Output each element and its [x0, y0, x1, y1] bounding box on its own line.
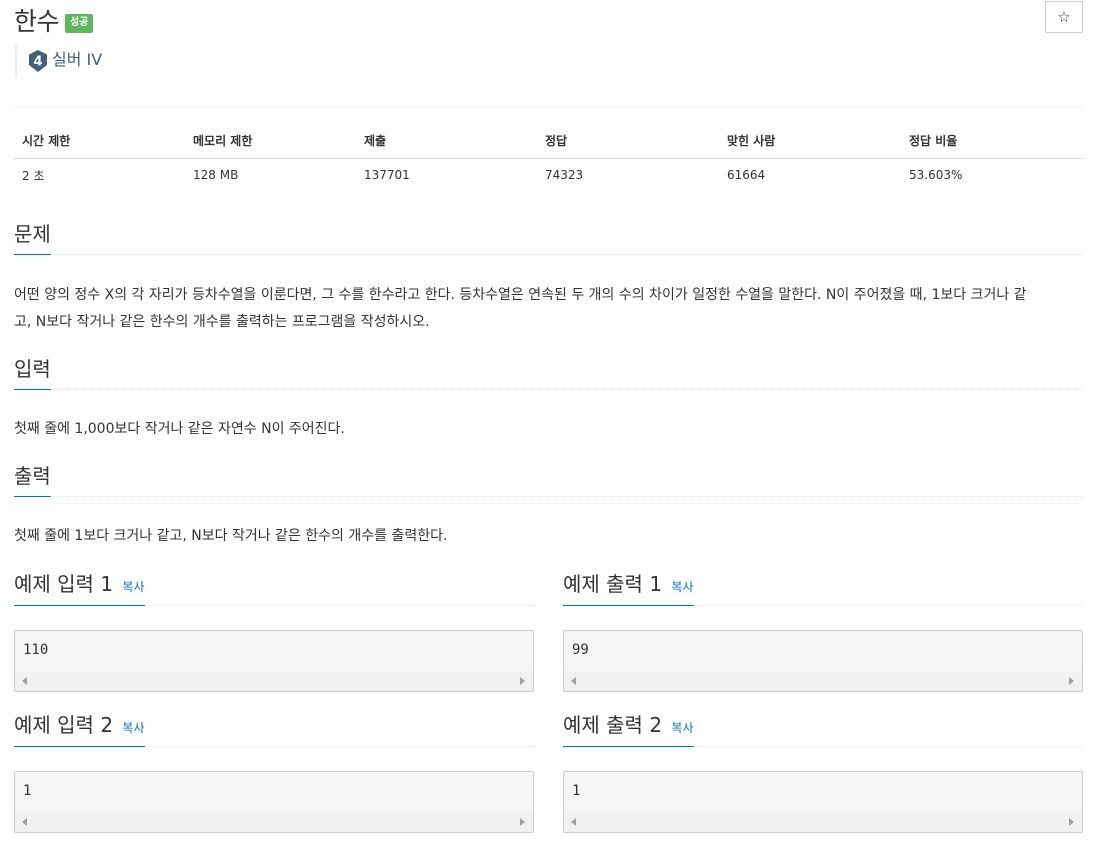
example-output-1-title: 예제 출력 1 복사	[563, 569, 694, 606]
status-badge: 성공	[65, 13, 94, 33]
table-row: 2 초 128 MB 137701 74323 61664 53.603%	[14, 158, 1083, 192]
horizontal-scrollbar[interactable]	[564, 671, 1082, 691]
description-line-1: 어떤 양의 정수 X의 각 자리가 등차수열을 이룬다면, 그 수를 한수라고 …	[14, 287, 1027, 303]
header-accepted: 정답	[537, 124, 719, 159]
title-row: 한수 성공	[14, 2, 94, 38]
scroll-right-icon[interactable]	[520, 677, 525, 685]
horizontal-scrollbar[interactable]	[15, 671, 533, 691]
header-memory-limit: 메모리 제한	[185, 124, 356, 159]
description-line-2: 고, N보다 작거나 같은 한수의 개수를 출력하는 프로그램을 작성하시오.	[14, 314, 430, 330]
input-heading: 입력	[14, 355, 51, 390]
example-input-1-box[interactable]: 110	[14, 630, 534, 692]
page-title: 한수	[14, 7, 60, 36]
description-header: 문제	[14, 220, 1083, 255]
example-output-2-header: 예제 출력 2 복사	[563, 710, 1083, 747]
scroll-left-icon[interactable]	[22, 818, 27, 826]
scroll-right-icon[interactable]	[520, 818, 525, 826]
example-input-2-value[interactable]: 1	[15, 772, 533, 811]
scroll-right-icon[interactable]	[1069, 818, 1074, 826]
header-accept-ratio: 정답 비율	[901, 124, 1083, 159]
example-input-1-value[interactable]: 110	[15, 631, 533, 670]
example-output-2-title: 예제 출력 2 복사	[563, 710, 694, 747]
example-input-2-box[interactable]: 1	[14, 771, 534, 833]
copy-button[interactable]: 복사	[671, 580, 693, 594]
divider	[14, 106, 1083, 107]
tier-label[interactable]: 실버 IV	[52, 50, 102, 70]
tier-row: 4 실버 IV	[15, 44, 102, 78]
memory-limit-value: 128 MB	[193, 168, 239, 183]
description-body: 어떤 양의 정수 X의 각 자리가 등차수열을 이룬다면, 그 수를 한수라고 …	[14, 282, 1083, 336]
silver-tier-icon: 4	[29, 50, 47, 72]
copy-button[interactable]: 복사	[122, 580, 144, 594]
scroll-right-icon[interactable]	[1069, 677, 1074, 685]
header-submissions: 제출	[356, 124, 537, 159]
submissions-value: 137701	[364, 168, 410, 183]
copy-button[interactable]: 복사	[671, 721, 693, 735]
example-input-2-header: 예제 입력 2 복사	[14, 710, 534, 747]
star-button[interactable]: ☆	[1045, 1, 1083, 33]
header-time-limit: 시간 제한	[14, 124, 185, 159]
scroll-left-icon[interactable]	[571, 677, 576, 685]
output-body: 첫째 줄에 1보다 크거나 같고, N보다 작거나 같은 한수의 개수를 출력한…	[14, 528, 448, 544]
example-output-2-value[interactable]: 1	[564, 772, 1082, 811]
example-output-1-header: 예제 출력 1 복사	[563, 569, 1083, 606]
example-input-1-title: 예제 입력 1 복사	[14, 569, 145, 606]
example-input-2-title: 예제 입력 2 복사	[14, 710, 145, 747]
header-solved-users: 맞힌 사람	[719, 124, 901, 159]
accept-ratio-value: 53.603%	[909, 168, 963, 183]
svg-text:4: 4	[33, 55, 42, 70]
accepted-value: 74323	[545, 168, 584, 183]
scroll-left-icon[interactable]	[571, 818, 576, 826]
example-output-2-box[interactable]: 1	[563, 771, 1083, 833]
example-output-1-box[interactable]: 99	[563, 630, 1083, 692]
example-output-1-value[interactable]: 99	[564, 631, 1082, 670]
output-header: 출력	[14, 462, 1083, 497]
solved-users-value: 61664	[727, 168, 766, 183]
horizontal-scrollbar[interactable]	[564, 812, 1082, 832]
time-limit-value: 2 초	[22, 168, 45, 183]
description-heading: 문제	[14, 220, 51, 255]
horizontal-scrollbar[interactable]	[15, 812, 533, 832]
input-body: 첫째 줄에 1,000보다 작거나 같은 자연수 N이 주어진다.	[14, 421, 345, 437]
table-header-row: 시간 제한 메모리 제한 제출 정답 맞힌 사람 정답 비율	[14, 124, 1083, 159]
copy-button[interactable]: 복사	[122, 721, 144, 735]
input-header: 입력	[14, 355, 1083, 390]
output-heading: 출력	[14, 462, 51, 497]
problem-info-table: 시간 제한 메모리 제한 제출 정답 맞힌 사람 정답 비율 2 초 128 M…	[14, 124, 1083, 192]
example-input-1-header: 예제 입력 1 복사	[14, 569, 534, 606]
scroll-left-icon[interactable]	[22, 677, 27, 685]
